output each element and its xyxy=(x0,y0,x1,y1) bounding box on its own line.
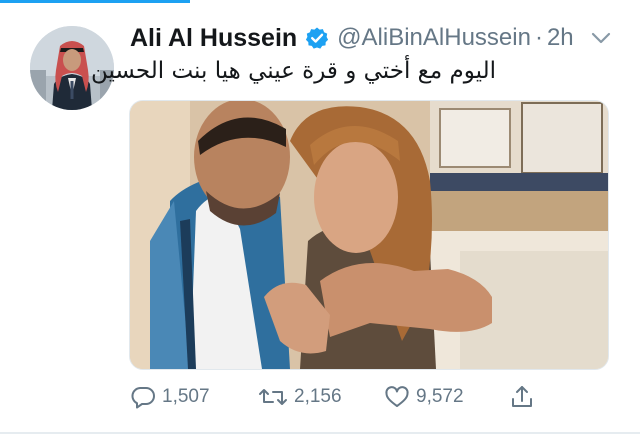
reply-count: 1,507 xyxy=(162,386,210,407)
tweet-text: اليوم مع أختي و قرة عيني هيا بنت الحسين xyxy=(90,58,496,84)
reply-icon xyxy=(131,387,155,409)
tweet-header: Ali Al Hussein @AliBinAlHussein · 2h xyxy=(130,20,574,56)
photo-image xyxy=(130,101,608,369)
like-button[interactable]: 9,572 xyxy=(384,380,464,414)
chevron-down-icon[interactable] xyxy=(590,30,612,46)
verified-badge-icon xyxy=(305,26,329,50)
author-name[interactable]: Ali Al Hussein xyxy=(130,24,297,53)
reply-button[interactable]: 1,507 xyxy=(130,380,210,414)
retweet-icon xyxy=(259,389,287,405)
top-accent-bar xyxy=(0,0,190,3)
tweet-actions: 1,507 2,156 9,572 xyxy=(0,380,640,414)
timestamp[interactable]: 2h xyxy=(547,24,574,52)
separator-dot: · xyxy=(534,24,543,51)
share-icon xyxy=(512,386,532,407)
tweet-photo[interactable] xyxy=(129,100,609,370)
retweet-button[interactable]: 2,156 xyxy=(258,380,342,414)
share-button[interactable] xyxy=(510,380,534,414)
author-handle[interactable]: @AliBinAlHussein xyxy=(337,24,531,52)
retweet-count: 2,156 xyxy=(294,386,342,407)
heart-icon xyxy=(385,386,409,407)
like-count: 9,572 xyxy=(416,386,464,407)
